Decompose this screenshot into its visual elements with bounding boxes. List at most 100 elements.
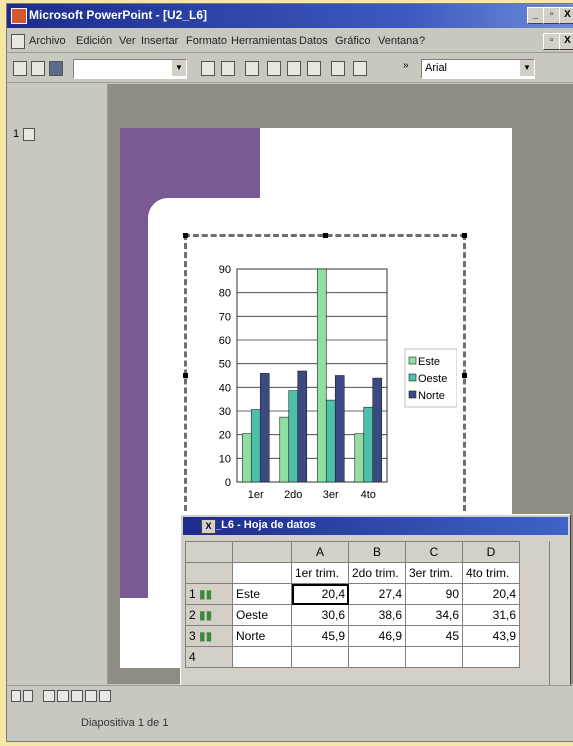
menu-archivo[interactable]: Archivo — [29, 35, 66, 47]
menu-ventana[interactable]: Ventana — [378, 35, 418, 47]
paste-icon[interactable] — [307, 61, 321, 76]
cell[interactable] — [462, 646, 520, 668]
cell[interactable] — [348, 646, 406, 668]
cell[interactable] — [232, 562, 292, 584]
cell[interactable]: 3er trim. — [405, 562, 463, 584]
outline-view-icon[interactable] — [57, 690, 69, 702]
toolbar: ▼ » Arial ▼ — [7, 54, 573, 83]
name-column-header[interactable] — [232, 541, 292, 563]
copy-icon[interactable] — [287, 61, 301, 76]
row-header[interactable]: 3 ▮▮ — [185, 625, 233, 647]
cell[interactable]: Este — [232, 583, 292, 605]
y-tick-label: 90 — [219, 264, 231, 276]
import-icon[interactable] — [201, 61, 215, 76]
chevron-down-icon[interactable]: ▼ — [172, 60, 186, 76]
y-tick-label: 10 — [219, 453, 231, 465]
datasheet-title-bar[interactable]: U2_L6 - Hoja de datos X — [183, 517, 568, 535]
cell[interactable]: 43,9 — [462, 625, 520, 647]
restore-button[interactable]: ▫ — [543, 7, 560, 24]
legend-swatch — [408, 356, 417, 365]
document-icon — [11, 34, 25, 49]
by-row-icon[interactable] — [245, 61, 259, 76]
bar — [334, 375, 345, 483]
column-header[interactable]: D — [462, 541, 520, 563]
cell[interactable] — [291, 646, 349, 668]
bar-chart[interactable]: 0 10 20 30 40 50 60 70 80 90 1er 2do 3er 4to Este Oeste… — [187, 237, 458, 511]
save-icon[interactable] — [49, 61, 63, 76]
resize-handle[interactable] — [183, 373, 188, 378]
slideshow-icon[interactable] — [99, 690, 111, 702]
doc-close-button[interactable]: X — [559, 33, 573, 50]
font-name: Arial — [425, 62, 448, 74]
font-combo[interactable]: Arial ▼ — [421, 59, 535, 79]
new-icon[interactable] — [13, 61, 27, 76]
menu-help[interactable]: ? — [419, 35, 425, 47]
cell[interactable]: 27,4 — [348, 583, 406, 605]
sorter-view-icon[interactable] — [85, 690, 97, 702]
vertical-scrollbar[interactable] — [549, 541, 566, 701]
cell[interactable]: Oeste — [232, 604, 292, 626]
row-header[interactable]: 4 — [185, 646, 233, 668]
table-row: 1 ▮▮ Este 20,4 27,4 90 20,4 — [185, 583, 520, 605]
cell[interactable]: 31,6 — [462, 604, 520, 626]
close-icon[interactable]: X — [201, 519, 216, 534]
selected-cell[interactable]: 20,4 — [291, 583, 349, 605]
menu-herramientas[interactable]: Herramientas — [231, 35, 297, 47]
menu-bar: Archivo Edición Ver Insertar Formato Her… — [7, 30, 573, 53]
cell[interactable] — [232, 646, 292, 668]
datasheet-icon[interactable] — [221, 61, 235, 76]
chart-object-combo[interactable]: ▼ — [73, 59, 187, 79]
chart-object[interactable]: 0 10 20 30 40 50 60 70 80 90 1er 2do 3er 4to Este Oeste… — [183, 233, 467, 520]
cell[interactable]: Norte — [232, 625, 292, 647]
cell[interactable]: 1er trim. — [291, 562, 349, 584]
menu-datos[interactable]: Datos — [299, 35, 328, 47]
column-header[interactable]: B — [348, 541, 406, 563]
cell[interactable] — [405, 646, 463, 668]
scroll-left-icon[interactable] — [11, 690, 21, 702]
datasheet-grid[interactable]: A B C D 1er trim. 2do trim. 3er trim. 4t… — [185, 541, 520, 668]
cell[interactable]: 45 — [405, 625, 463, 647]
resize-handle[interactable] — [323, 233, 328, 238]
chevron-down-icon[interactable]: ▼ — [520, 60, 534, 76]
scroll-right-icon[interactable] — [23, 690, 33, 702]
cell[interactable]: 20,4 — [462, 583, 520, 605]
resize-handle[interactable] — [462, 373, 467, 378]
cell[interactable]: 2do trim. — [348, 562, 406, 584]
menu-edicion[interactable]: Edición — [76, 35, 112, 47]
y-tick-label: 0 — [225, 477, 231, 489]
table-icon[interactable] — [353, 61, 367, 76]
row-header[interactable]: 1 ▮▮ — [185, 583, 233, 605]
cell[interactable]: 90 — [405, 583, 463, 605]
powerpoint-icon — [11, 8, 27, 24]
menu-formato[interactable]: Formato — [186, 35, 227, 47]
bar — [316, 268, 327, 483]
doc-restore-button[interactable]: ▫ — [543, 33, 560, 50]
open-icon[interactable] — [31, 61, 45, 76]
toolbar-more[interactable]: » — [403, 60, 409, 71]
menu-grafico[interactable]: Gráfico — [335, 35, 370, 47]
menu-insertar[interactable]: Insertar — [141, 35, 178, 47]
slide-thumbnail-icon[interactable] — [23, 128, 35, 141]
menu-ver[interactable]: Ver — [119, 35, 136, 47]
column-header[interactable]: C — [405, 541, 463, 563]
normal-view-icon[interactable] — [43, 690, 55, 702]
cell[interactable]: 46,9 — [348, 625, 406, 647]
cell[interactable]: 4to trim. — [462, 562, 520, 584]
corner-cell[interactable] — [185, 541, 233, 563]
cell[interactable]: 34,6 — [405, 604, 463, 626]
resize-handle[interactable] — [462, 233, 467, 238]
cell[interactable]: 38,6 — [348, 604, 406, 626]
row-header[interactable]: 2 ▮▮ — [185, 604, 233, 626]
title-bar: Microsoft PowerPoint - [U2_L6] _ ▫ X — [7, 4, 573, 28]
resize-handle[interactable] — [183, 233, 188, 238]
undo-icon[interactable] — [331, 61, 345, 76]
close-button[interactable]: X — [559, 7, 573, 24]
column-header[interactable]: A — [291, 541, 349, 563]
cell[interactable]: 45,9 — [291, 625, 349, 647]
bar — [325, 399, 336, 483]
cut-icon[interactable] — [267, 61, 281, 76]
slide-view-icon[interactable] — [71, 690, 83, 702]
minimize-button[interactable]: _ — [527, 7, 544, 24]
row-header[interactable] — [185, 562, 233, 584]
cell[interactable]: 30,6 — [291, 604, 349, 626]
